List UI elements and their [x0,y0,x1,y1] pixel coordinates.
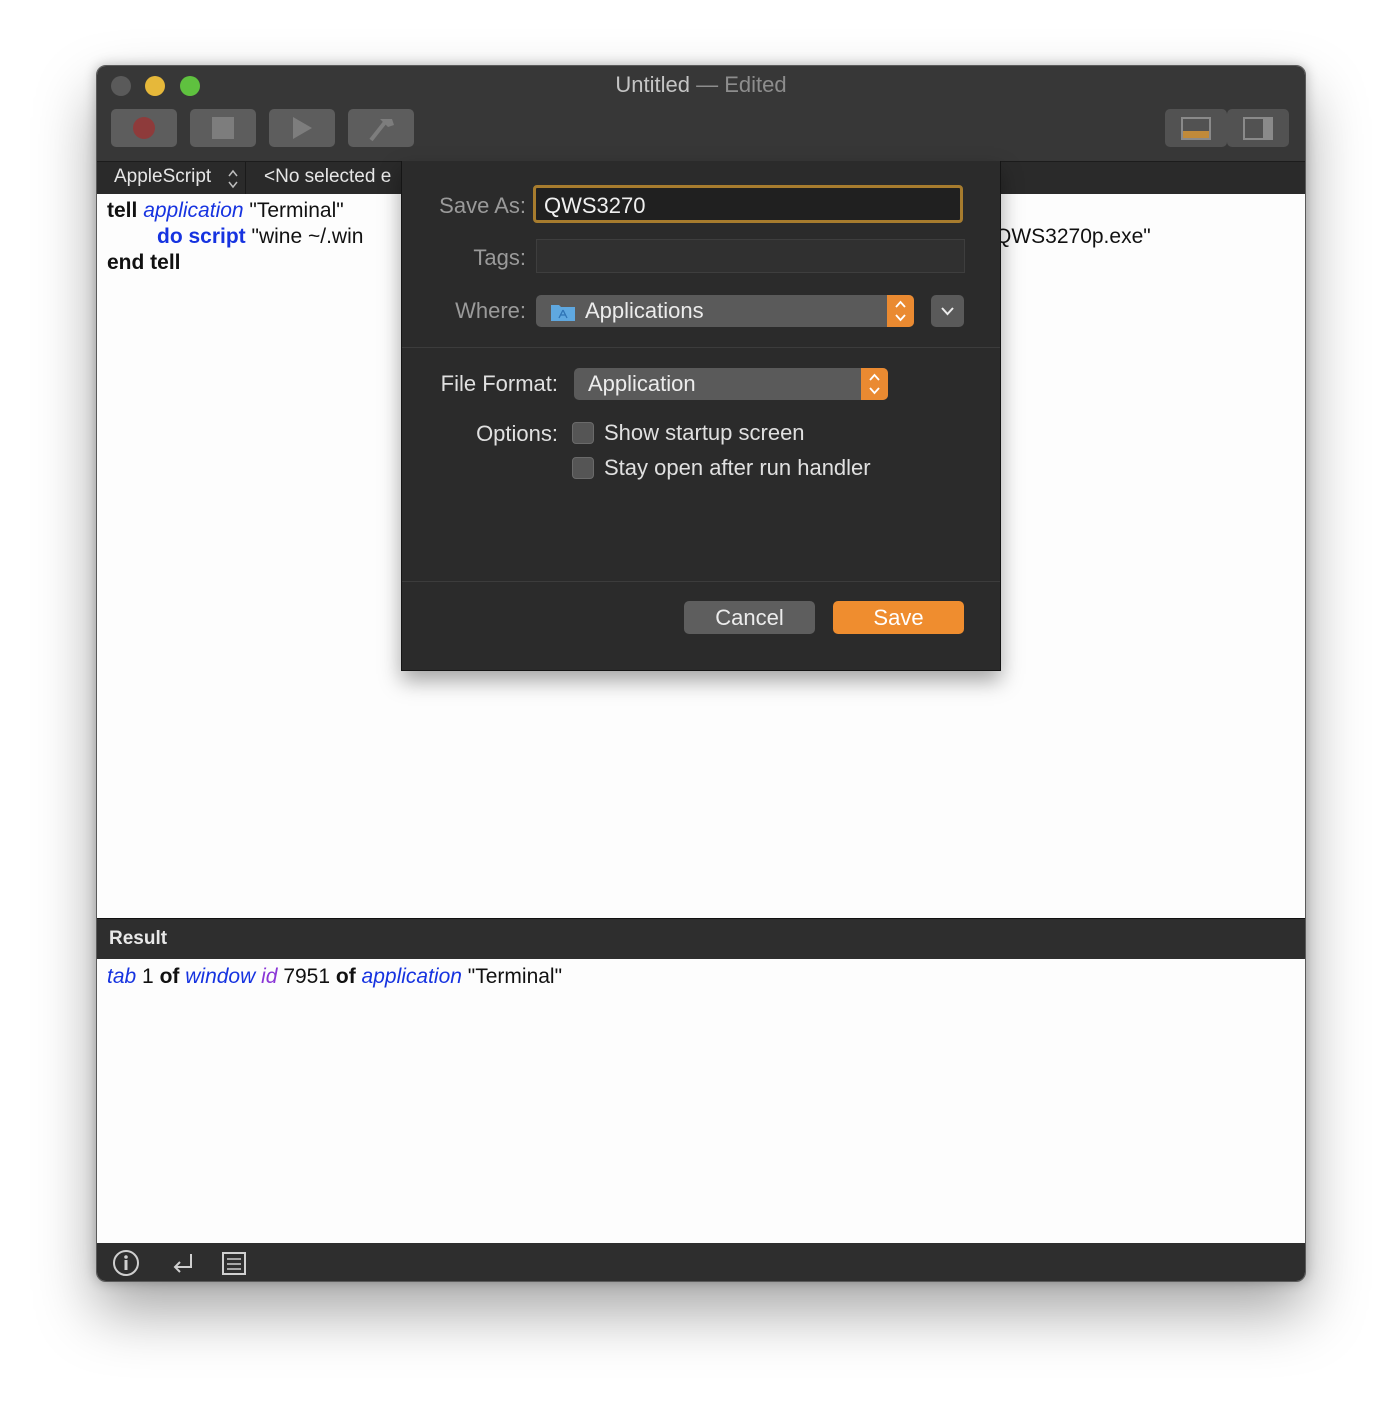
string-literal: "wine ~/.win [245,225,364,248]
where-popup-arrow [887,295,914,327]
result-keyword: of [335,965,356,988]
options-label: Options: [476,421,558,446]
where-label: Where: [455,298,526,323]
stay-open-label[interactable]: Stay open after run handler [604,455,871,481]
where-value: Applications [585,298,704,323]
result-term: tab [107,965,137,988]
file-format-popup-arrow [861,368,888,400]
sheet-divider [402,581,1000,582]
command-term: do script [157,225,246,248]
record-icon [133,117,155,139]
code-line-1: tell application "Terminal" [107,199,344,223]
result-text: tab 1 of window id 7951 of application "… [107,965,562,989]
hammer-icon [369,119,394,142]
updown-arrows-icon [228,169,238,189]
save-as-value: QWS3270 [544,193,646,218]
save-as-field[interactable]: QWS3270 [533,185,963,223]
result-term: window [185,965,256,988]
edited-status: Edited [724,72,787,97]
result-number: 7951 [277,965,336,988]
applications-folder-icon [551,305,575,321]
save-as-label: Save As: [439,193,526,218]
window-title-text: Untitled [615,72,690,97]
show-bottom-panel-button[interactable] [1165,109,1227,147]
file-format-value: Application [588,371,696,396]
tags-field[interactable] [536,239,965,273]
compile-button[interactable] [348,109,414,147]
element-popup[interactable]: <No selected e [264,166,391,188]
result-string: "Terminal" [461,965,563,988]
title-bar: Untitled — Edited [97,66,1305,161]
keyword: end tell [107,251,181,274]
bottom-panel-icon [1181,117,1211,140]
where-popup[interactable]: Applications [536,295,914,327]
result-keyword: of [159,965,180,988]
updown-arrows-icon [895,300,906,322]
run-button[interactable] [269,109,335,147]
expand-browser-button[interactable] [931,295,964,327]
navbar-divider [245,162,246,195]
window-title: Untitled — Edited [97,72,1305,98]
save-button[interactable]: Save [833,601,964,634]
code-line-2: do script "wine ~/.win [157,225,363,249]
stay-open-checkbox[interactable] [572,457,594,479]
list-icon[interactable] [220,1249,248,1277]
save-dialog: Save As: QWS3270 Tags: Where: Applicatio… [401,161,1001,671]
stop-button[interactable] [190,109,256,147]
class-term: application [143,199,244,222]
show-side-panel-button[interactable] [1227,109,1289,147]
result-term: application [361,965,462,988]
file-format-label: File Format: [440,371,558,396]
string-literal: "Terminal" [243,199,344,222]
result-area: tab 1 of window id 7951 of application "… [97,959,1305,1242]
run-icon [293,117,312,139]
tags-label: Tags: [473,245,526,270]
keyword: tell [107,199,138,222]
file-format-popup[interactable]: Application [574,368,888,400]
title-separator: — [689,72,725,97]
show-startup-checkbox[interactable] [572,422,594,444]
updown-arrows-icon [869,373,880,395]
result-header: Result [97,918,1305,959]
stop-icon [212,117,234,139]
sheet-divider [402,347,1000,348]
result-number: 1 [136,965,160,988]
bottom-toolbar [97,1243,1305,1281]
info-icon[interactable] [112,1249,140,1277]
code-line-3: end tell [107,251,181,275]
side-panel-icon [1243,117,1273,140]
show-startup-label[interactable]: Show startup screen [604,420,805,446]
record-button[interactable] [111,109,177,147]
result-id: id [261,965,278,988]
chevron-down-icon [941,307,954,316]
code-line-2-tail: QWS3270p.exe" [995,225,1151,248]
cancel-button[interactable]: Cancel [684,601,815,634]
return-icon[interactable] [169,1249,197,1277]
language-popup[interactable]: AppleScript [114,166,211,188]
result-label: Result [109,928,168,949]
